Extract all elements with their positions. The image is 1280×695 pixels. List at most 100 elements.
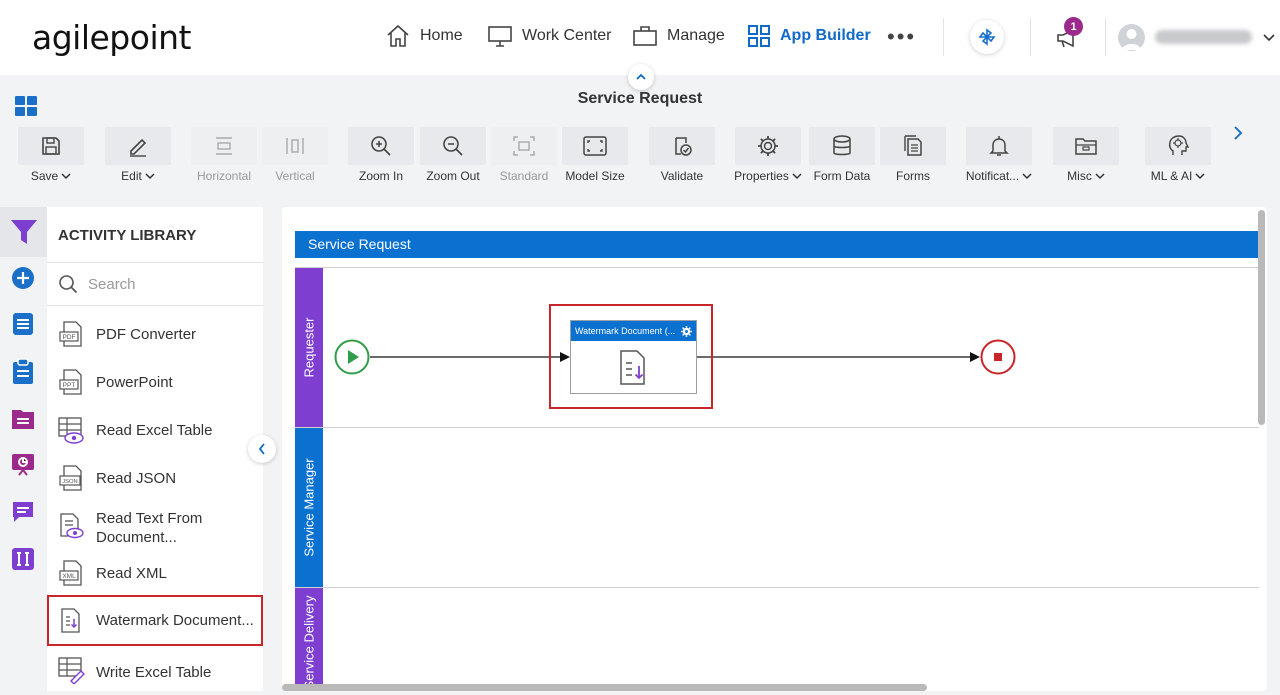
- rail-messages[interactable]: [11, 500, 35, 524]
- library-item-label: Watermark Document...: [96, 612, 254, 629]
- library-item-powerpoint[interactable]: PPT PowerPoint: [47, 363, 263, 401]
- chevron-down-icon: [792, 172, 802, 179]
- collapse-library-button[interactable]: [248, 435, 276, 463]
- misc-button[interactable]: Misc: [1053, 127, 1119, 183]
- stop-icon: [980, 339, 1016, 375]
- rail-add[interactable]: [11, 266, 35, 290]
- library-item-read-xml[interactable]: XML Read XML: [47, 554, 263, 592]
- collapse-header-button[interactable]: [628, 64, 654, 90]
- save-button[interactable]: Save: [18, 127, 84, 183]
- library-item-read-text-from-document[interactable]: Read Text From Document...: [47, 505, 263, 551]
- process-canvas[interactable]: Service Request Requester Service Manage…: [282, 207, 1267, 691]
- nav-app-builder-label: App Builder: [780, 27, 871, 44]
- monitor-icon: [488, 26, 512, 47]
- svg-text:PDF: PDF: [63, 334, 76, 341]
- forms-icon: [904, 135, 922, 156]
- chevron-up-icon: [636, 73, 646, 80]
- agilepoint-logo[interactable]: agilepoint: [32, 18, 191, 57]
- toolbar: Save Edit Horizontal Vertical Zoom In Zo…: [0, 120, 1280, 190]
- library-item-label: Read XML: [96, 564, 167, 582]
- library-item-write-excel-table[interactable]: Write Excel Table: [47, 649, 263, 695]
- folder-icon: [1075, 138, 1097, 155]
- vertical-button[interactable]: Vertical: [262, 127, 328, 183]
- svg-text:PPT: PPT: [63, 382, 76, 389]
- document-lines-icon: [13, 313, 33, 335]
- user-avatar[interactable]: [1118, 24, 1145, 51]
- rail-data[interactable]: [11, 407, 35, 431]
- zoom-in-button[interactable]: Zoom In: [348, 127, 414, 183]
- nav-home[interactable]: Home: [385, 24, 463, 48]
- horizontal-button[interactable]: Horizontal: [191, 127, 257, 183]
- notifications-button[interactable]: Notificat...: [966, 127, 1032, 183]
- user-icon: [1122, 29, 1141, 50]
- app-grid-icon: [748, 25, 770, 47]
- gear-icon[interactable]: [681, 325, 692, 337]
- rail-process[interactable]: [11, 312, 35, 336]
- library-item-label: Write Excel Table: [96, 663, 212, 681]
- horizontal-scrollbar[interactable]: [282, 684, 927, 691]
- divider: [943, 18, 944, 56]
- rail-activity-library[interactable]: [0, 207, 47, 257]
- divider: [1105, 18, 1106, 56]
- align-vertical-icon: [286, 138, 304, 154]
- standard-button[interactable]: Standard: [491, 127, 557, 183]
- ml-ai-button[interactable]: ML & AI: [1145, 127, 1211, 183]
- agilepoint-ai-button[interactable]: [970, 20, 1004, 54]
- more-menu-button[interactable]: •••: [887, 24, 916, 50]
- standard-size-icon: [513, 136, 535, 156]
- rail-variables[interactable]: [11, 547, 35, 571]
- library-item-read-excel-table[interactable]: Read Excel Table: [47, 411, 263, 449]
- library-item-label: PowerPoint: [96, 373, 173, 391]
- end-event[interactable]: [980, 339, 1016, 380]
- watermark-document-task[interactable]: Watermark Document (...: [570, 320, 697, 394]
- chevron-down-icon: [1095, 172, 1105, 179]
- zoom-out-button[interactable]: Zoom Out: [420, 127, 486, 183]
- svg-text:XML: XML: [62, 573, 76, 580]
- notifications-label: Notificat...: [965, 169, 1020, 183]
- form-data-label: Form Data: [813, 169, 871, 183]
- nav-work-center[interactable]: Work Center: [487, 24, 612, 48]
- align-horizontal-icon: [216, 137, 232, 155]
- library-item-watermark-document[interactable]: Watermark Document...: [47, 595, 263, 646]
- svg-text:JSON: JSON: [62, 479, 77, 485]
- nav-app-builder[interactable]: App Builder: [747, 24, 871, 48]
- page-title: Service Request: [577, 90, 703, 107]
- user-menu-chevron[interactable]: [1262, 30, 1276, 48]
- fit-screen-icon: [583, 136, 607, 156]
- start-event[interactable]: [334, 339, 370, 380]
- nav-home-label: Home: [420, 27, 463, 44]
- user-name-blurred[interactable]: [1155, 30, 1252, 44]
- validate-button[interactable]: Validate: [649, 127, 715, 183]
- chat-icon: [13, 502, 33, 522]
- library-search: [47, 263, 263, 305]
- rail-forms[interactable]: [11, 359, 35, 384]
- read-text-icon: [60, 513, 84, 539]
- write-excel-icon: [58, 657, 85, 684]
- nav-manage-label: Manage: [667, 27, 725, 44]
- task-title: Watermark Document (...: [575, 326, 676, 336]
- folder-list-icon: [12, 410, 34, 429]
- json-icon: JSON: [59, 465, 82, 491]
- form-data-button[interactable]: Form Data: [809, 127, 875, 183]
- properties-button[interactable]: Properties: [734, 127, 802, 183]
- zoom-out-label: Zoom Out: [426, 169, 480, 183]
- library-item-label: PDF Converter: [96, 325, 197, 343]
- forms-button[interactable]: Forms: [880, 127, 946, 183]
- library-item-pdf-converter[interactable]: PDF PDF Converter: [47, 315, 263, 353]
- variables-icon: [12, 548, 34, 570]
- chevron-down-icon: [1195, 172, 1205, 179]
- vertical-scrollbar[interactable]: [1258, 210, 1265, 425]
- rail-reports[interactable]: [11, 453, 35, 477]
- library-item-label: Read JSON: [96, 469, 177, 487]
- gear-icon: [758, 136, 778, 156]
- nav-manage[interactable]: Manage: [632, 24, 725, 48]
- zoom-in-label: Zoom In: [358, 169, 403, 183]
- search-icon: [59, 275, 78, 294]
- toolbar-scroll-right[interactable]: [1232, 125, 1244, 146]
- search-input[interactable]: [88, 275, 238, 293]
- model-size-button[interactable]: Model Size: [562, 127, 628, 183]
- library-item-read-json[interactable]: JSON Read JSON: [47, 459, 263, 497]
- flow-connectors: [370, 352, 980, 362]
- edit-button[interactable]: Edit: [105, 127, 171, 183]
- divider: [47, 305, 263, 306]
